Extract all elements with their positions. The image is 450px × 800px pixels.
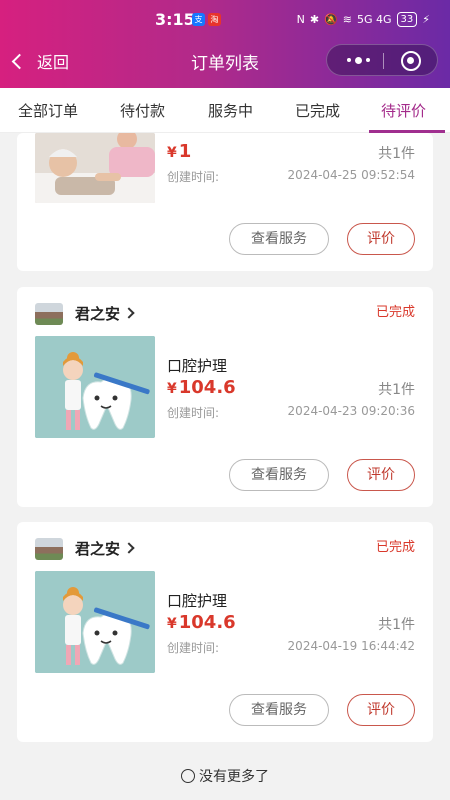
product-image — [35, 133, 155, 203]
signal-icon: 5G 4G — [356, 13, 392, 26]
more-dot-icon — [365, 58, 370, 62]
view-service-button[interactable]: 查看服务 — [229, 459, 329, 491]
smile-icon — [181, 769, 195, 783]
order-price: ¥104.6 — [167, 377, 236, 398]
created-time-label: 创建时间: — [167, 406, 220, 420]
list-end-message: 没有更多了 — [0, 766, 450, 786]
order-status-badge: 已完成 — [375, 540, 415, 555]
product-name: 口腔护理 — [167, 592, 228, 610]
no-more-text: 没有更多了 — [199, 769, 269, 785]
more-dot-icon — [346, 58, 351, 62]
tab-all-orders[interactable]: 全部订单 — [18, 100, 78, 121]
miniprogram-capsule — [326, 44, 438, 76]
charging-icon: ⚡ — [422, 13, 430, 26]
close-miniprogram-button[interactable] — [401, 51, 421, 71]
order-card: ¥1 共1件 创建时间: 2024-04-25 09:52:54 查看服务 评价 — [17, 133, 433, 271]
order-card: 君之安 已完成 口腔护理 ¥104.6 共1件 创建时间: 2024-04-23… — [17, 287, 433, 507]
nav-bar: 返回 订单列表 — [0, 44, 450, 82]
order-quantity: 共1件 — [378, 617, 415, 633]
created-time-label: 创建时间: — [167, 170, 220, 184]
view-service-button[interactable]: 查看服务 — [229, 694, 329, 726]
order-quantity: 共1件 — [378, 382, 415, 398]
status-app-badges: 支 淘 — [192, 13, 221, 26]
rate-button[interactable]: 评价 — [347, 459, 415, 491]
shop-avatar — [35, 538, 63, 560]
taobao-icon: 淘 — [208, 13, 221, 26]
tab-completed[interactable]: 已完成 — [295, 100, 340, 121]
created-time-value: 2024-04-23 09:20:36 — [287, 404, 415, 418]
battery-icon: 33 — [396, 12, 418, 27]
bluetooth-icon: ✱ — [309, 13, 320, 26]
created-time-label: 创建时间: — [167, 641, 220, 655]
product-image — [35, 336, 155, 438]
order-status-badge: 已完成 — [375, 305, 415, 320]
status-bar: 3:15 支 淘 N ✱ 🔕 ≋ 5G 4G 33 ⚡ — [0, 10, 450, 32]
order-card: 君之安 已完成 口腔护理 ¥104.6 共1件 创建时间: 2024-04-19… — [17, 522, 433, 742]
alipay-icon: 支 — [192, 13, 205, 26]
chevron-right-icon — [123, 307, 135, 319]
created-time-value: 2024-04-19 16:44:42 — [287, 639, 415, 653]
nfc-icon: N — [296, 13, 305, 26]
shop-name[interactable]: 君之安 — [75, 538, 120, 559]
created-time-value: 2024-04-25 09:52:54 — [287, 168, 415, 182]
order-quantity: 共1件 — [378, 146, 415, 162]
capsule-divider — [383, 53, 384, 69]
tab-in-service[interactable]: 服务中 — [208, 100, 253, 121]
rate-button[interactable]: 评价 — [347, 694, 415, 726]
status-time: 3:15 — [155, 10, 195, 29]
mute-icon: 🔕 — [324, 13, 338, 26]
chevron-right-icon — [123, 542, 135, 554]
tab-pending-review[interactable]: 待评价 — [381, 100, 426, 121]
rate-button[interactable]: 评价 — [347, 223, 415, 255]
product-image — [35, 571, 155, 673]
order-price: ¥104.6 — [167, 612, 236, 633]
more-dot-icon — [354, 56, 362, 64]
top-app-bar: 3:15 支 淘 N ✱ 🔕 ≋ 5G 4G 33 ⚡ 返回 订单列表 — [0, 0, 450, 88]
system-icons: N ✱ 🔕 ≋ 5G 4G 33 ⚡ — [297, 12, 430, 27]
wifi-icon: ≋ — [342, 13, 352, 26]
more-menu-button[interactable] — [343, 53, 373, 67]
shop-name[interactable]: 君之安 — [75, 303, 120, 324]
product-name: 口腔护理 — [167, 357, 228, 375]
order-price: ¥1 — [167, 141, 192, 162]
tab-pending-payment[interactable]: 待付款 — [120, 100, 165, 121]
shop-avatar — [35, 303, 63, 325]
order-tabs: 全部订单 待付款 服务中 已完成 待评价 — [0, 88, 450, 133]
view-service-button[interactable]: 查看服务 — [229, 223, 329, 255]
